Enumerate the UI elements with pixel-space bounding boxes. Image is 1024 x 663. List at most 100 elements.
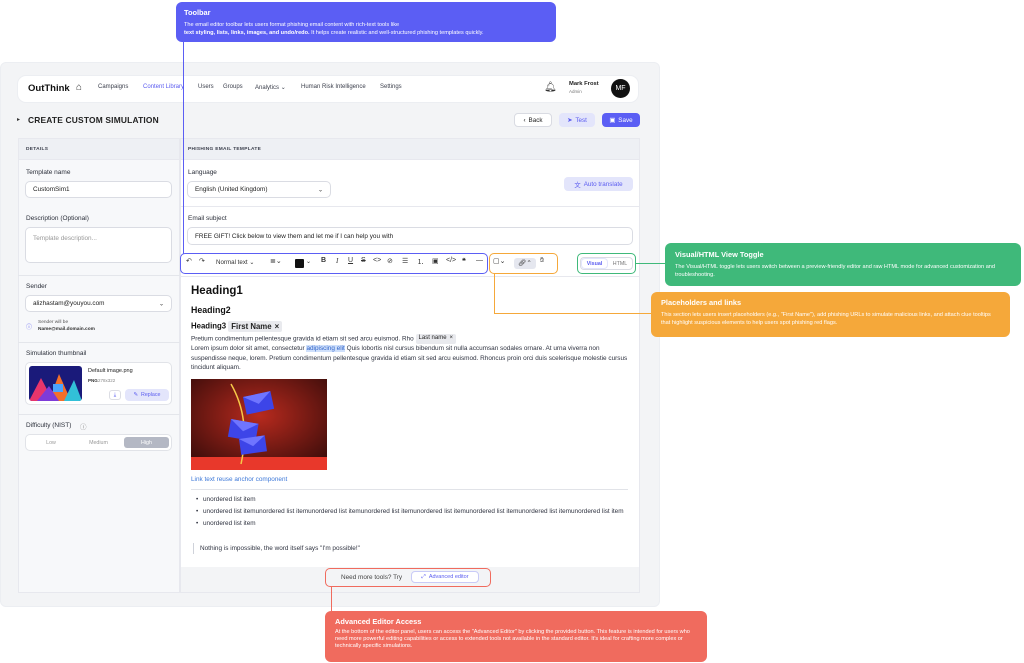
user-name: Mark Frost xyxy=(569,81,599,87)
save-label: Save xyxy=(618,116,633,124)
auto-translate-button[interactable]: 文 Auto translate xyxy=(564,177,633,191)
sender-value: alizhastam@youyou.com xyxy=(33,300,105,307)
description-textarea[interactable]: Template description... xyxy=(25,227,172,263)
sender-note-1: Sender will be xyxy=(38,320,69,325)
blockquote: Nothing is impossible, the word itself s… xyxy=(200,545,360,552)
annotation-advanced-title: Advanced Editor Access xyxy=(335,617,422,626)
thumbnail-image xyxy=(29,366,82,401)
annotation-placeholders: Placeholders and links This section lets… xyxy=(651,292,1010,337)
thumbnail-dims: 278x322 xyxy=(98,378,116,383)
placeholder-chip-last-name[interactable]: Last name × xyxy=(415,334,457,344)
bullet-list: unordered list item unordered list itemu… xyxy=(196,495,626,531)
view-toggle-highlight xyxy=(577,253,636,274)
collapse-icon[interactable]: ▸ xyxy=(17,116,20,123)
template-name-input[interactable]: CustomSim1 xyxy=(25,181,172,198)
info-icon[interactable]: ⓘ xyxy=(80,421,87,431)
language-label: Language xyxy=(188,169,217,176)
nav-campaigns[interactable]: Campaigns xyxy=(98,84,128,90)
template-name-label: Template name xyxy=(26,169,71,176)
placeholders-connector xyxy=(494,313,651,315)
paragraph: Pretium condimentum pellentesque gravida… xyxy=(191,334,631,373)
test-button[interactable]: ➤ Test xyxy=(559,113,595,127)
last-name-chip-label: Last name xyxy=(418,335,447,342)
nav-content-library[interactable]: Content Library xyxy=(143,84,184,90)
close-icon[interactable]: × xyxy=(450,334,454,344)
divider xyxy=(18,275,180,276)
difficulty-low[interactable]: Low xyxy=(29,437,73,448)
annotation-view-toggle: Visual/HTML View Toggle The Visual/HTML … xyxy=(665,243,1021,286)
thumbnail-type: PNG xyxy=(88,378,98,383)
nav-settings[interactable]: Settings xyxy=(380,84,402,90)
toolbar-connector xyxy=(183,40,185,254)
language-select[interactable]: English (United Kingdom) ⌄ xyxy=(187,181,331,198)
quote-bar xyxy=(193,543,194,554)
chevron-down-icon: ⌄ xyxy=(280,85,286,91)
toolbar-highlight xyxy=(180,253,488,274)
divider xyxy=(180,276,640,277)
download-icon[interactable]: ⤓ xyxy=(109,390,121,400)
content-image xyxy=(191,379,327,470)
divider xyxy=(18,414,180,415)
first-name-chip-label: First Name xyxy=(231,322,272,331)
close-icon[interactable]: × xyxy=(275,322,280,331)
placeholders-connector xyxy=(494,274,496,314)
translate-icon: 文 xyxy=(574,181,581,189)
back-button[interactable]: ‹ Back xyxy=(514,113,552,127)
template-heading: PHISHING EMAIL TEMPLATE xyxy=(188,147,262,152)
replace-button[interactable]: ✎ Replace xyxy=(125,389,169,401)
save-button[interactable]: ▣ Save xyxy=(602,113,640,127)
advanced-highlight xyxy=(325,568,491,587)
auto-translate-label: Auto translate xyxy=(583,180,623,188)
anchor-link[interactable]: Link text reuse anchor component xyxy=(191,476,287,483)
annotation-placeholders-title: Placeholders and links xyxy=(661,298,742,307)
divider xyxy=(180,206,640,207)
home-icon[interactable]: ⌂ xyxy=(76,82,82,93)
chevron-down-icon: ⌄ xyxy=(317,187,323,193)
heading3-text: Heading3 xyxy=(191,321,227,331)
logo: OutThink xyxy=(28,83,70,94)
placeholders-highlight xyxy=(489,253,558,274)
highlighted-link[interactable]: adipiscing elit xyxy=(306,345,345,353)
subject-input[interactable]: FREE GIFT! Click below to view them and … xyxy=(187,227,633,245)
annotation-toolbar-text-bold: text styling, lists, links, images, and … xyxy=(184,29,310,36)
info-icon: ⓘ xyxy=(26,325,33,331)
list-item: unordered list itemunordered list itemun… xyxy=(196,507,626,517)
replace-label: Replace xyxy=(141,392,161,398)
nav-users[interactable]: Users xyxy=(198,84,214,90)
nav-analytics-label: Analytics xyxy=(255,85,280,91)
annotation-view-toggle-text: The Visual/HTML toggle lets users switch… xyxy=(675,264,996,278)
sender-label: Sender xyxy=(26,283,47,290)
annotation-advanced: Advanced Editor Access At the bottom of … xyxy=(325,611,707,662)
annotation-toolbar-text: The email editor toolbar lets users form… xyxy=(184,22,548,37)
sender-select[interactable]: alizhastam@youyou.com ⌄ xyxy=(25,295,172,312)
content-heading2: Heading2 xyxy=(191,305,231,315)
annotation-toolbar-text-b: It helps create realistic and well-struc… xyxy=(311,29,484,36)
top-nav: OutThink ⌂ Campaigns Content Library Use… xyxy=(18,76,638,102)
list-item: unordered list item xyxy=(196,495,626,505)
annotation-advanced-text: At the bottom of the editor panel, users… xyxy=(335,629,690,649)
chevron-down-icon: ⌄ xyxy=(158,301,164,307)
sender-note-2: Name@mail.domain.com xyxy=(38,327,95,332)
details-heading: DETAILS xyxy=(26,147,49,152)
bell-icon[interactable]: 🔔︎ xyxy=(544,82,557,93)
difficulty-high[interactable]: High xyxy=(124,437,169,448)
back-label: Back xyxy=(528,116,543,124)
annotation-toolbar-text-a: The email editor toolbar lets users form… xyxy=(184,22,400,28)
send-icon: ➤ xyxy=(567,116,573,124)
page-title: CREATE CUSTOM SIMULATION xyxy=(28,115,159,125)
thumbnail-filename: Default image.png xyxy=(88,368,133,374)
list-item: unordered list item xyxy=(196,519,626,529)
nav-analytics[interactable]: Analytics ⌄ xyxy=(255,84,286,91)
nav-human-risk[interactable]: Human Risk Intelligence xyxy=(301,84,366,90)
difficulty-medium[interactable]: Medium xyxy=(76,437,121,448)
save-icon: ▣ xyxy=(609,116,616,124)
avatar[interactable]: MF xyxy=(611,79,630,98)
annotation-placeholders-text: This section lets users insert placehold… xyxy=(661,312,991,326)
view-toggle-connector xyxy=(636,263,665,265)
nav-groups[interactable]: Groups xyxy=(223,84,243,90)
user-role: Admin xyxy=(569,89,582,94)
placeholder-chip-first-name[interactable]: First Name × xyxy=(228,321,283,332)
annotation-view-toggle-title: Visual/HTML View Toggle xyxy=(675,250,764,259)
description-label: Description (Optional) xyxy=(26,215,89,222)
edit-icon: ✎ xyxy=(133,392,138,398)
